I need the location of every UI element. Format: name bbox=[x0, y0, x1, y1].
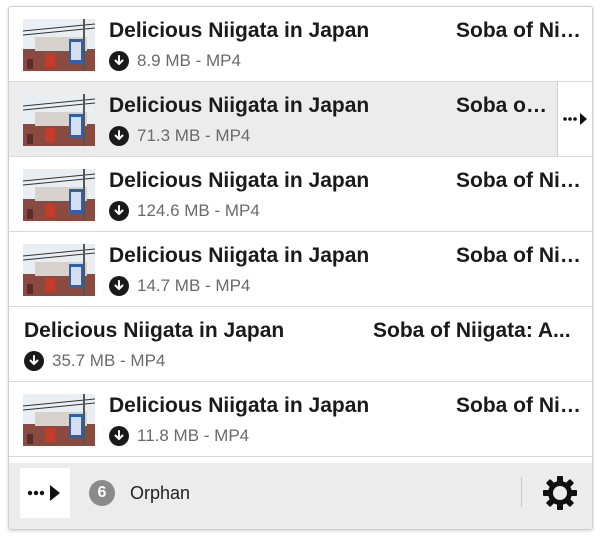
item-subtitle: Soba of Niigata: A... bbox=[456, 19, 584, 42]
meta-separator: - bbox=[115, 351, 131, 370]
item-size: 14.7 MB bbox=[137, 276, 201, 295]
meta-separator: - bbox=[200, 126, 216, 145]
footer-more-button[interactable] bbox=[20, 468, 70, 518]
orphan-count-badge: 6 bbox=[89, 480, 115, 506]
item-size: 11.8 MB bbox=[137, 426, 200, 445]
item-meta: 11.8 MB - MP4 bbox=[109, 426, 249, 446]
item-title: Delicious Niigata in Japan bbox=[109, 394, 370, 417]
row-more-button[interactable] bbox=[557, 82, 592, 156]
video-thumbnail bbox=[23, 244, 95, 296]
orphan-label: Orphan bbox=[130, 483, 191, 503]
item-format: MP4 bbox=[214, 426, 250, 445]
item-meta: 8.9 MB - MP4 bbox=[109, 51, 241, 71]
footer-bar: 6 Orphan bbox=[9, 463, 592, 529]
item-title: Delicious Niigata in Japan bbox=[109, 19, 370, 42]
item-format: MP4 bbox=[130, 351, 166, 370]
video-thumbnail bbox=[23, 19, 95, 71]
meta-separator: - bbox=[199, 426, 215, 445]
item-subtitle: Soba of Niigata: A... bbox=[456, 394, 584, 417]
footer-divider bbox=[521, 477, 522, 507]
download-item-selected[interactable]: Delicious Niigata in Japan Soba of Niiga… bbox=[9, 82, 592, 157]
item-meta: 71.3 MB - MP4 bbox=[109, 126, 250, 146]
video-thumbnail bbox=[23, 94, 95, 146]
item-subtitle: Soba of Niigata: A... bbox=[373, 319, 571, 342]
gear-icon[interactable] bbox=[542, 475, 578, 511]
item-title: Delicious Niigata in Japan bbox=[109, 94, 370, 117]
more-arrow-icon bbox=[563, 113, 587, 125]
item-subtitle: Soba of Niigata: A... bbox=[456, 244, 584, 267]
item-format: MP4 bbox=[205, 51, 241, 70]
item-size: 8.9 MB bbox=[137, 51, 191, 70]
item-size: 35.7 MB bbox=[52, 351, 116, 370]
item-title: Delicious Niigata in Japan bbox=[24, 319, 285, 342]
item-meta: 35.7 MB - MP4 bbox=[24, 351, 165, 371]
item-format: MP4 bbox=[215, 276, 251, 295]
item-size: 124.6 MB bbox=[137, 201, 210, 220]
download-circle-icon[interactable] bbox=[109, 426, 129, 446]
download-list-panel: Delicious Niigata in Japan Soba of Niiga… bbox=[8, 6, 593, 530]
more-arrow-icon bbox=[27, 485, 60, 501]
item-format: MP4 bbox=[224, 201, 260, 220]
item-title: Delicious Niigata in Japan bbox=[109, 244, 370, 267]
item-meta: 124.6 MB - MP4 bbox=[109, 201, 260, 221]
meta-separator: - bbox=[190, 51, 206, 70]
item-format: MP4 bbox=[215, 126, 251, 145]
download-item[interactable]: Delicious Niigata in Japan Soba of Niiga… bbox=[9, 7, 592, 82]
download-item[interactable]: Delicious Niigata in Japan Soba of Niiga… bbox=[9, 232, 592, 307]
download-item[interactable]: Delicious Niigata in Japan Soba of Niiga… bbox=[9, 157, 592, 232]
item-meta: 14.7 MB - MP4 bbox=[109, 276, 250, 296]
download-item[interactable]: Delicious Niigata in Japan Soba of Niiga… bbox=[9, 307, 592, 382]
item-subtitle: Soba of Niigata: A... bbox=[456, 94, 548, 117]
download-circle-icon[interactable] bbox=[109, 201, 129, 221]
download-circle-icon[interactable] bbox=[109, 126, 129, 146]
download-item[interactable]: Delicious Niigata in Japan Soba of Niiga… bbox=[9, 382, 592, 457]
download-circle-icon[interactable] bbox=[109, 51, 129, 71]
item-size: 71.3 MB bbox=[137, 126, 201, 145]
meta-separator: - bbox=[200, 276, 216, 295]
item-subtitle: Soba of Niigata: A... bbox=[456, 169, 584, 192]
item-title: Delicious Niigata in Japan bbox=[109, 169, 370, 192]
meta-separator: - bbox=[209, 201, 225, 220]
download-circle-icon[interactable] bbox=[24, 351, 44, 371]
video-thumbnail bbox=[23, 169, 95, 221]
download-circle-icon[interactable] bbox=[109, 276, 129, 296]
video-thumbnail bbox=[23, 394, 95, 446]
